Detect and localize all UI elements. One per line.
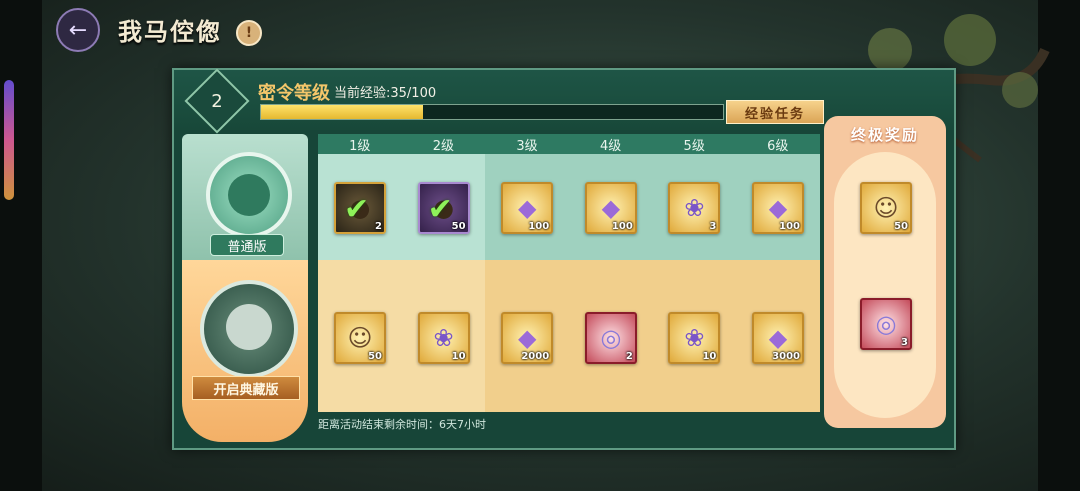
exp-text: 当前经验:35/100 [334, 86, 437, 101]
left-edge [0, 0, 42, 491]
exp-progress-bar [260, 104, 724, 120]
level-column-header: 3级 [485, 134, 569, 154]
collect-reward-item[interactable]: ◆ 2000 [501, 312, 554, 364]
item-quantity: 3000 [772, 351, 800, 362]
collect-track-panel: 开启典藏版 [182, 260, 308, 442]
unlock-collect-button[interactable]: 开启典藏版 [192, 376, 300, 400]
level-column-header: 1级 [318, 134, 402, 154]
locked-emblem-icon [200, 280, 298, 378]
item-quantity: 10 [702, 351, 717, 362]
normal-reward-item[interactable]: ● ✔ 50 [417, 182, 470, 234]
page-title: 我马倥偬 [118, 17, 222, 46]
final-reward-panel: 终极奖励 ☺ 50 ◎ 3 [824, 116, 946, 428]
normal-reward-item[interactable]: ◆ 100 [584, 182, 637, 234]
back-button[interactable]: ← [56, 8, 100, 52]
final-collect-reward-item[interactable]: ◎ 3 [860, 298, 912, 350]
item-quantity: 50 [451, 221, 466, 232]
reward-grid: 1级 2级 3级 4级 5级 6级 ● ✔ 2 ● ✔ 50 ◆ 100 ◆ 100 ❀ 3 ◆ 100 ☺ 50 ❀ 10… [318, 134, 820, 412]
normal-reward-item[interactable]: ◆ 100 [752, 182, 804, 234]
item-quantity: 100 [611, 221, 633, 232]
side-glow [4, 80, 14, 200]
item-quantity: 50 [368, 351, 382, 362]
final-reward-title: 终极奖励 [850, 126, 919, 144]
level-column-header: 6级 [736, 134, 820, 154]
level-badge: 2 [184, 68, 250, 134]
item-quantity: 50 [894, 221, 908, 232]
exp-progress-fill [261, 105, 423, 119]
collect-reward-item[interactable]: ◆ 3000 [752, 312, 804, 364]
time-remaining: 距离活动结束剩余时间：6天7小时 [318, 418, 486, 431]
item-quantity: 2000 [521, 351, 550, 362]
exp-task-button[interactable]: 经验任务 [726, 100, 824, 124]
level-number: 2 [211, 90, 223, 112]
item-quantity: 3 [901, 337, 908, 348]
item-quantity: 2 [375, 221, 382, 232]
back-arrow-icon: ← [68, 17, 88, 43]
collect-reward-item[interactable]: ❀ 10 [668, 312, 721, 364]
normal-emblem-icon [206, 152, 292, 238]
item-quantity: 3 [709, 221, 717, 232]
claimed-check-icon: ✔ [344, 192, 370, 227]
info-button[interactable]: ! [236, 20, 262, 46]
normal-reward-item[interactable]: ● ✔ 2 [334, 182, 386, 234]
level-column-header: 2级 [401, 134, 486, 154]
level-column-header: 4级 [568, 134, 653, 154]
collect-reward-item[interactable]: ☺ 50 [334, 312, 386, 364]
normal-row [318, 154, 820, 260]
collect-reward-item[interactable]: ◎ 2 [584, 312, 637, 364]
item-quantity: 2 [625, 351, 633, 362]
collect-reward-item[interactable]: ❀ 10 [417, 312, 470, 364]
level-column-header: 5级 [652, 134, 736, 154]
item-quantity: 100 [779, 221, 800, 232]
collect-row [318, 260, 820, 412]
level-title: 密令等级 [258, 83, 330, 104]
normal-reward-item[interactable]: ❀ 3 [668, 182, 721, 234]
claimed-check-icon: ✔ [427, 192, 453, 227]
item-quantity: 100 [528, 221, 550, 232]
normal-reward-item[interactable]: ◆ 100 [501, 182, 554, 234]
normal-track-label: 普通版 [210, 234, 284, 256]
final-normal-reward-item[interactable]: ☺ 50 [860, 182, 912, 234]
track-column: 普通版 开启典藏版 [182, 134, 308, 442]
normal-track-panel: 普通版 [182, 134, 308, 260]
item-quantity: 10 [451, 351, 466, 362]
